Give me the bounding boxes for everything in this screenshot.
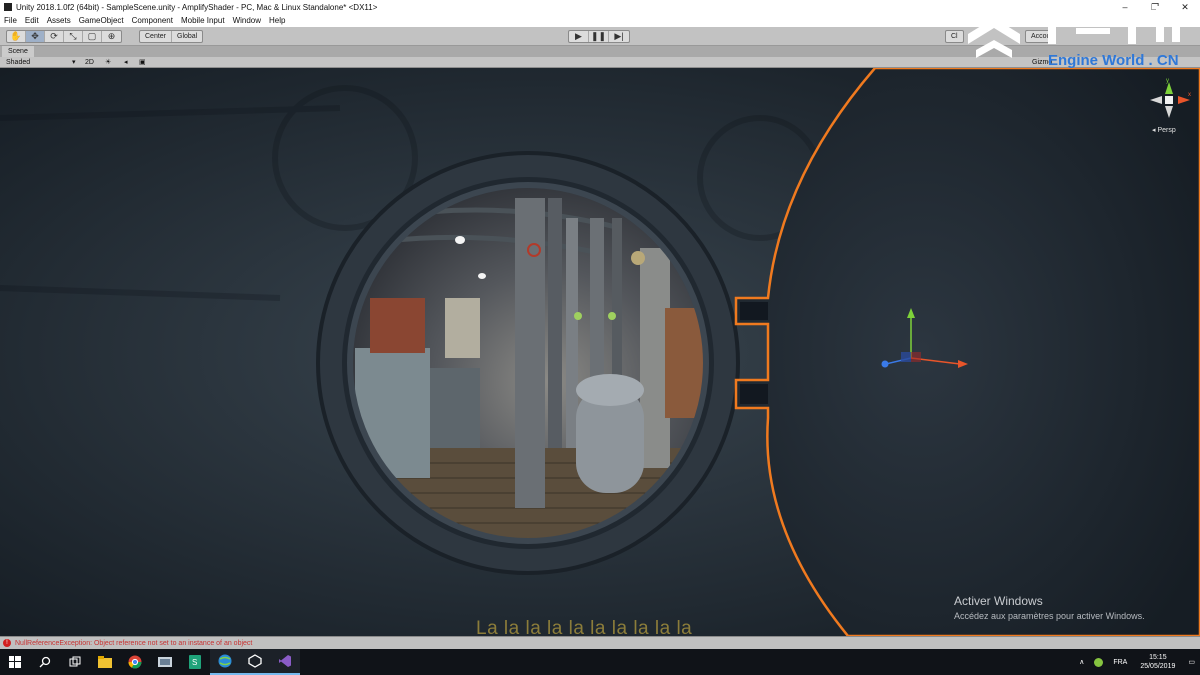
error-icon: ! <box>3 639 11 647</box>
svg-text:x: x <box>1188 92 1191 98</box>
gizmo-center-icon[interactable] <box>1165 96 1173 104</box>
pivot-center-toggle[interactable]: Center <box>140 31 173 42</box>
visual-studio-icon[interactable] <box>270 649 300 675</box>
transform-tool-icon[interactable]: ⊕ <box>102 31 121 42</box>
task-view-icon[interactable] <box>60 649 90 675</box>
orientation-gizmo[interactable]: y x <box>1148 78 1194 124</box>
browser-globe-icon[interactable] <box>210 649 240 675</box>
files-app-icon[interactable] <box>150 649 180 675</box>
file-explorer-icon[interactable] <box>90 649 120 675</box>
scale-tool-icon[interactable]: ⤡ <box>64 31 83 42</box>
window-title: Unity 2018.1.0f2 (64bit) - SampleScene.u… <box>16 2 378 12</box>
notification-icon[interactable]: ▭ <box>1188 658 1195 666</box>
z-handle-icon[interactable] <box>881 360 889 368</box>
system-tray: ∧ FRA 15:15 25/05/2019 ▭ <box>1074 649 1200 675</box>
xy-plane-handle[interactable] <box>901 352 911 362</box>
lighting-toggle-icon[interactable]: ☀ <box>105 57 111 68</box>
windows-taskbar: S ∧ FRA 15:15 25/05/2019 ▭ <box>0 649 1200 675</box>
activate-subtitle: Accédez aux paramètres pour activer Wind… <box>954 611 1145 621</box>
error-message: NullReferenceException: Object reference… <box>15 639 253 647</box>
scene-tab-label: Scene <box>8 48 28 55</box>
audio-toggle-icon[interactable]: ◂ <box>124 57 128 68</box>
step-icon[interactable]: ▶| <box>609 31 629 42</box>
xz-plane-handle[interactable] <box>911 352 921 362</box>
tray-app-icon[interactable] <box>1094 657 1104 667</box>
hand-tool-icon[interactable]: ✋ <box>7 31 26 42</box>
tray-language[interactable]: FRA <box>1113 659 1127 666</box>
draw-mode-chevron-icon[interactable]: ▾ <box>72 57 76 68</box>
menu-edit[interactable]: Edit <box>25 16 39 25</box>
unity-taskbar-icon[interactable] <box>240 649 270 675</box>
svg-text:S: S <box>192 658 197 667</box>
search-icon[interactable] <box>30 649 60 675</box>
persp-label[interactable]: ◂ Persp <box>1152 126 1176 134</box>
svg-text:y: y <box>1166 78 1169 84</box>
menu-assets[interactable]: Assets <box>47 16 71 25</box>
draw-mode-dropdown[interactable]: Shaded <box>6 57 30 68</box>
x-arrow-icon[interactable] <box>958 360 968 368</box>
menu-mobile-input[interactable]: Mobile Input <box>181 16 225 25</box>
menu-file[interactable]: File <box>4 16 17 25</box>
mode-2d-toggle[interactable]: 2D <box>85 57 94 68</box>
menu-gameobject[interactable]: GameObject <box>79 16 124 25</box>
play-controls: ▶ ❚❚ ▶| <box>568 30 630 43</box>
scene-render <box>0 68 1200 636</box>
engine-world-text: Engine World . CN <box>1048 52 1179 69</box>
y-arrow-icon[interactable] <box>907 308 915 318</box>
rotate-tool-icon[interactable]: ⟳ <box>45 31 64 42</box>
rect-tool-icon[interactable]: ▢ <box>83 31 102 42</box>
activate-title: Activer Windows <box>954 594 1043 608</box>
tab-scene[interactable]: Scene <box>2 46 34 57</box>
unity-app-icon <box>4 3 12 11</box>
gizmo-neg-y-icon[interactable] <box>1165 106 1173 118</box>
clock-time: 15:15 <box>1149 654 1167 661</box>
chrome-icon[interactable] <box>120 649 150 675</box>
scene-viewport[interactable]: y x ◂ Persp Activer Windows Accédez aux … <box>0 68 1200 636</box>
persp-label-text: Persp <box>1157 127 1176 134</box>
tray-chevron-icon[interactable]: ∧ <box>1079 658 1084 666</box>
pivot-toggles: Center Global <box>139 30 204 43</box>
clock-date: 25/05/2019 <box>1140 663 1176 670</box>
windows-start-icon[interactable] <box>0 649 30 675</box>
pause-icon[interactable]: ❚❚ <box>589 31 609 42</box>
gizmo-neg-x-icon[interactable] <box>1150 96 1162 104</box>
activate-windows-notice: Activer Windows Accédez aux paramètres p… <box>954 594 1145 621</box>
taskbar-clock[interactable]: 15:15 25/05/2019 <box>1140 653 1175 671</box>
lyrics-caption: La la la la la la la la la la <box>476 618 693 636</box>
menu-component[interactable]: Component <box>132 16 173 25</box>
move-gizmo[interactable] <box>878 306 970 370</box>
pivot-global-toggle[interactable]: Global <box>172 31 202 42</box>
menu-help[interactable]: Help <box>269 16 285 25</box>
play-icon[interactable]: ▶ <box>569 31 589 42</box>
green-app-icon[interactable]: S <box>180 649 210 675</box>
effects-toggle-icon[interactable]: ▣ <box>139 57 146 68</box>
move-tool-icon[interactable]: ✥ <box>26 31 45 42</box>
menu-window[interactable]: Window <box>233 16 261 25</box>
console-status-bar[interactable]: ! NullReferenceException: Object referen… <box>0 636 1200 649</box>
transform-tools: ✋ ✥ ⟳ ⤡ ▢ ⊕ <box>6 30 122 43</box>
